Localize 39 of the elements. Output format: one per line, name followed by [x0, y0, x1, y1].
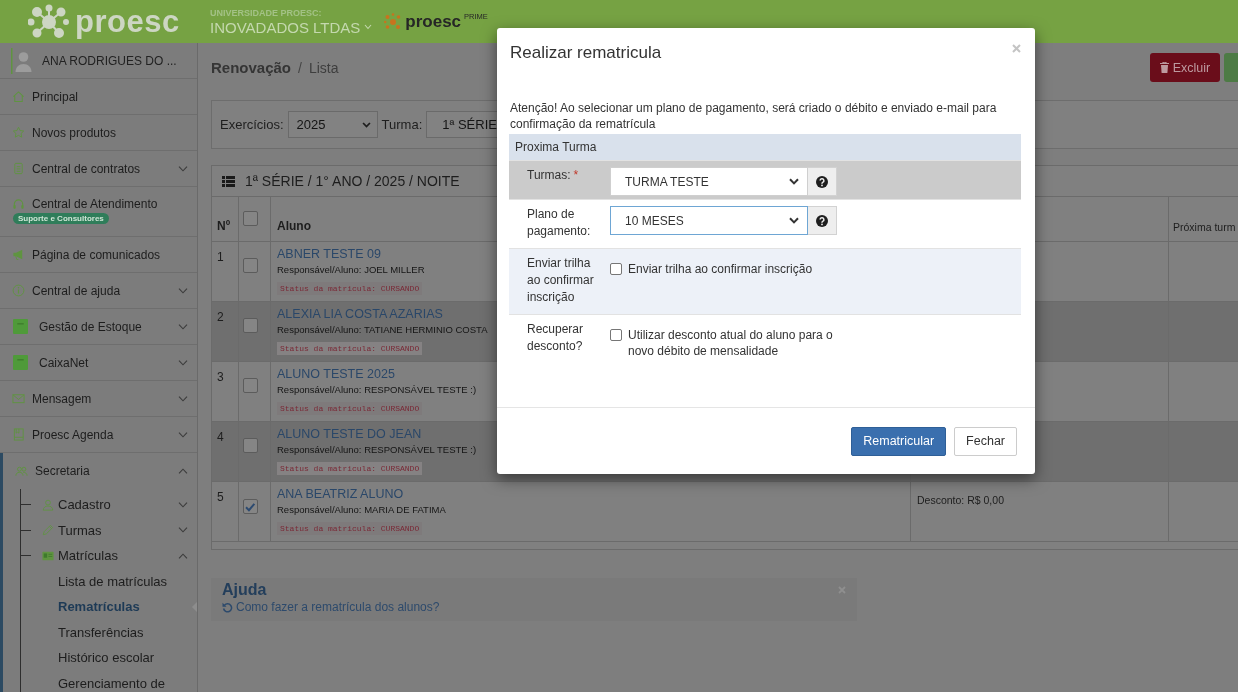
breadcrumb-separator: / [298, 60, 302, 76]
support-badge: Suporte e Consultores [13, 213, 109, 224]
enrollment-status: Status da matricula: CURSANDO [277, 402, 423, 415]
field-label: Recuperar desconto? [527, 322, 584, 353]
enrollment-status: Status da matricula: CURSANDO [277, 462, 423, 475]
dialog-title: Realizar rematricula [510, 43, 662, 63]
column-header: Próxima turm [1173, 221, 1236, 233]
filter-label: Exercícios: [220, 117, 284, 132]
row-number: 2 [217, 310, 224, 324]
checkbox-label: Enviar trilha ao confirmar inscrição [628, 261, 813, 277]
product-name: proesc [405, 11, 462, 32]
enrollment-status: Status da matricula: CURSANDO [277, 522, 423, 535]
row-number: 4 [217, 430, 224, 444]
responsible-text: Responsável/Aluno: TATIANE HERMINIO COSTA [277, 323, 488, 337]
responsible-text: Responsável/Aluno: MARIA DE FATIMA [277, 503, 446, 517]
row-number: 5 [217, 490, 224, 504]
enrollment-status: Status da matricula: CURSANDO [277, 342, 423, 355]
responsible-text: Responsável/Aluno: RESPONSÁVEL TESTE :) [277, 443, 477, 457]
responsible-text: Responsável/Aluno: RESPONSÁVEL TESTE :) [277, 383, 477, 397]
brand-name: proesc [75, 3, 180, 40]
institution-label: UNIVERSIDADE PROESC: [210, 7, 322, 18]
column-header: Aluno [277, 219, 311, 233]
responsible-text: Responsável/Aluno: JOEL MILLER [277, 263, 425, 277]
help-title: Ajuda [222, 581, 267, 599]
section-header: Proxima Turma [509, 134, 1021, 160]
checkbox-label: Utilizar desconto atual do aluno para o novo débito de mensalidade [628, 327, 834, 359]
row-number: 1 [217, 250, 224, 264]
user-name: ANA RODRIGUES DO ... [42, 53, 177, 68]
notice-text: Atenção! Ao selecionar um plano de pagamento, será criado o débito e enviado e-mail para confirmação da rematrícula [509, 100, 998, 132]
field-label: Enviar trilha ao confirmar inscrição [527, 256, 594, 304]
row-number: 3 [217, 370, 224, 384]
filter-label: Turma: [381, 117, 423, 132]
enrollment-status: Status da matricula: CURSANDO [277, 282, 423, 295]
breadcrumb-page: Lista [308, 60, 339, 76]
field-label: Plano de pagamento: [527, 207, 591, 238]
column-header: Nº [217, 219, 231, 233]
discount-text: Desconto: R$ 0,00 [916, 493, 1005, 508]
table-title: 1ª SÉRIE / 1° ANO / 2025 / NOITE [245, 173, 460, 189]
field-label: Turmas: * [527, 168, 579, 182]
